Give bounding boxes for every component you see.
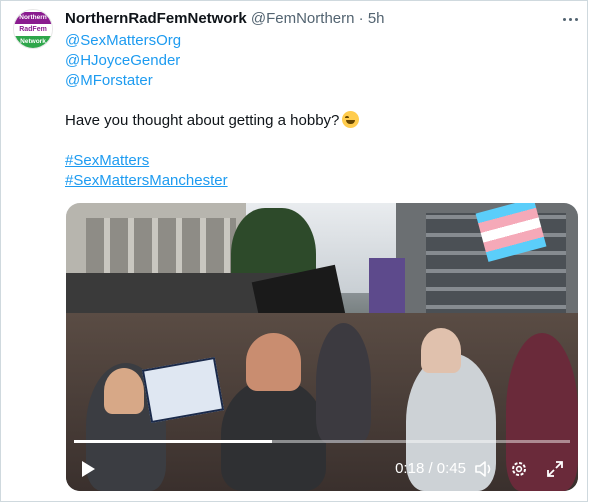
mention-link[interactable]: @HJoyceGender: [65, 51, 565, 71]
video-progress-fill: [74, 440, 273, 443]
video-frame-person: [221, 378, 326, 491]
video-progress-bar[interactable]: [74, 440, 570, 443]
video-frame-sign: [369, 258, 405, 318]
fullscreen-icon[interactable]: [546, 460, 564, 478]
avatar-line-1: Northern: [14, 12, 52, 24]
display-name[interactable]: NorthernRadFemNetwork: [65, 10, 247, 27]
play-icon[interactable]: [82, 461, 95, 477]
settings-icon[interactable]: [510, 460, 528, 478]
tweet-timestamp[interactable]: 5h: [368, 10, 385, 27]
video-frame-building-windows: [86, 218, 236, 278]
volume-icon[interactable]: [474, 460, 494, 478]
video-frame-person: [421, 328, 461, 373]
video-timecode: 0:18 / 0:45: [395, 460, 466, 477]
tweet-text-line: Have you thought about getting a hobby?: [65, 111, 565, 131]
avatar-line-2: RadFem: [14, 24, 52, 36]
video-player[interactable]: 0:18 / 0:45: [66, 203, 578, 491]
more-options-icon[interactable]: [558, 10, 582, 28]
hashtag-link[interactable]: #SexMattersManchester: [65, 172, 228, 189]
mention-link[interactable]: @SexMattersOrg: [65, 31, 565, 51]
avatar-line-3: Network: [14, 36, 52, 48]
video-frame-person: [316, 323, 371, 443]
tweet-header: NorthernRadFemNetwork @FemNorthern · 5h: [65, 10, 385, 28]
tweet-body: @SexMattersOrg @HJoyceGender @MForstater…: [65, 31, 565, 191]
mention-link[interactable]: @MForstater: [65, 71, 565, 91]
video-frame-person: [246, 333, 301, 391]
avatar[interactable]: Northern RadFem Network: [13, 9, 53, 49]
tweet-text: Have you thought about getting a hobby?: [65, 112, 340, 129]
user-handle[interactable]: @FemNorthern: [251, 10, 355, 27]
hashtag-link[interactable]: #SexMatters: [65, 152, 149, 169]
video-frame-person: [104, 368, 144, 414]
laughing-emoji-icon: [342, 111, 360, 128]
separator-dot: ·: [358, 10, 364, 27]
